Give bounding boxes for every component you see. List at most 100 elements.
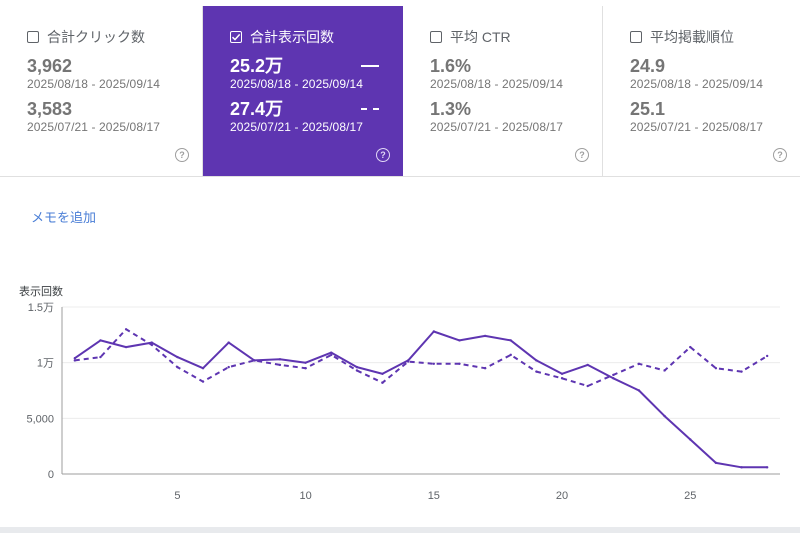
data-point-current — [637, 389, 641, 392]
data-point-current — [535, 359, 538, 362]
data-point-previous — [227, 365, 230, 369]
metric-range-previous: 2025/07/21 - 2025/08/17 — [230, 120, 364, 134]
data-point-previous — [99, 355, 102, 359]
data-point-previous — [483, 367, 487, 370]
data-point-current — [176, 355, 179, 359]
metric-value-current: 25.2万 — [230, 56, 284, 76]
metric-range-current: 2025/08/18 - 2025/09/14 — [430, 77, 564, 91]
data-point-current — [330, 351, 333, 354]
metric-total-clicks[interactable]: 合計クリック数 3,962 2025/08/18 - 2025/09/14 3,… — [0, 6, 203, 176]
metric-label: 平均掲載順位 — [650, 29, 734, 45]
metric-value-current-row: 25.2万 — [230, 55, 403, 77]
metric-value-previous: 25.1 — [630, 99, 666, 119]
data-point-previous — [689, 345, 692, 349]
metric-label: 合計表示回数 — [250, 29, 334, 45]
data-point-current — [381, 372, 384, 375]
metric-label: 平均 CTR — [450, 29, 511, 45]
checkbox-icon[interactable] — [630, 31, 642, 43]
dashed-line-legend-icon — [361, 108, 379, 110]
checkbox-icon[interactable] — [27, 31, 39, 43]
x-tick-label: 15 — [428, 490, 440, 502]
checkbox-checked-icon[interactable] — [230, 31, 242, 43]
data-point-previous — [612, 373, 615, 377]
y-tick-label: 5,000 — [26, 413, 54, 425]
metric-range-previous: 2025/07/21 - 2025/08/17 — [27, 120, 161, 134]
data-point-current — [73, 357, 77, 360]
x-tick-label: 20 — [556, 490, 568, 502]
data-point-current — [124, 345, 128, 349]
x-tick-label: 10 — [299, 490, 311, 502]
data-point-previous — [663, 369, 666, 372]
metric-label: 合計クリック数 — [47, 29, 145, 45]
data-point-previous — [458, 362, 461, 365]
data-point-previous — [560, 377, 564, 380]
data-point-current — [278, 358, 282, 361]
data-point-previous — [714, 367, 718, 370]
metric-range-current: 2025/08/18 - 2025/09/14 — [27, 77, 161, 91]
metric-range-current: 2025/08/18 - 2025/09/14 — [230, 77, 364, 91]
data-point-current — [99, 339, 102, 342]
metric-total-impressions[interactable]: 合計表示回数 25.2万 2025/08/18 - 2025/09/14 27.… — [203, 6, 403, 176]
data-point-previous — [381, 381, 384, 384]
metric-header: 合計クリック数 — [27, 28, 202, 46]
data-point-previous — [330, 353, 333, 357]
data-point-previous — [253, 359, 256, 362]
data-point-previous — [509, 353, 512, 357]
data-point-current — [201, 367, 205, 370]
metric-value-current: 24.9 — [630, 56, 666, 76]
data-point-previous — [406, 360, 410, 363]
data-point-current — [586, 363, 589, 367]
metric-range-previous: 2025/07/21 - 2025/08/17 — [630, 120, 764, 134]
data-point-current — [663, 414, 666, 418]
x-tick-label: 5 — [174, 490, 180, 502]
data-point-previous — [150, 343, 153, 347]
data-point-previous — [176, 365, 179, 369]
data-point-current — [740, 466, 743, 469]
series-line-current-period — [74, 330, 768, 469]
help-icon[interactable]: ? — [376, 148, 390, 162]
metric-value-previous: 1.3% — [430, 99, 472, 119]
add-memo-link[interactable]: メモを追加 — [31, 207, 96, 226]
metric-header: 平均 CTR — [430, 28, 602, 46]
metric-header: 合計表示回数 — [230, 28, 403, 46]
help-icon[interactable]: ? — [575, 148, 589, 162]
data-point-current — [612, 377, 615, 380]
data-point-previous — [73, 359, 77, 362]
data-point-previous — [586, 384, 589, 388]
data-point-current — [689, 438, 692, 441]
metric-value-previous: 27.4万 — [230, 99, 284, 119]
data-point-current — [458, 339, 461, 342]
data-point-previous — [355, 369, 359, 372]
help-icon[interactable]: ? — [773, 148, 787, 162]
y-tick-label: 1.5万 — [28, 302, 54, 314]
data-point-current — [304, 361, 307, 364]
checkbox-icon[interactable] — [430, 31, 442, 43]
help-icon[interactable]: ? — [175, 148, 189, 162]
data-point-previous — [304, 367, 307, 370]
y-tick-label: 1万 — [37, 358, 54, 370]
metric-range-previous: 2025/07/21 - 2025/08/17 — [430, 120, 564, 134]
data-point-previous — [201, 380, 205, 383]
impressions-line-chart: 1.5万 1万 5,000 0 5 10 15 20 25 — [26, 302, 780, 502]
data-point-current — [432, 330, 436, 333]
metric-value-previous-row: 27.4万 — [230, 98, 403, 120]
metric-average-position[interactable]: 平均掲載順位 24.9 2025/08/18 - 2025/09/14 25.1… — [603, 6, 800, 176]
data-point-previous — [637, 362, 641, 365]
metric-value-current: 1.6% — [430, 56, 472, 76]
data-point-current — [227, 341, 230, 344]
metric-tabs: 合計クリック数 3,962 2025/08/18 - 2025/09/14 3,… — [0, 6, 800, 177]
data-point-current — [714, 461, 718, 465]
data-point-current — [765, 466, 769, 469]
metric-range-current: 2025/08/18 - 2025/09/14 — [630, 77, 764, 91]
data-point-previous — [278, 363, 282, 367]
data-point-previous — [124, 328, 128, 331]
data-point-previous — [432, 362, 436, 365]
metric-value-previous: 3,583 — [27, 99, 73, 119]
data-point-current — [509, 339, 512, 342]
performance-card: 合計クリック数 3,962 2025/08/18 - 2025/09/14 3,… — [0, 0, 800, 527]
data-point-previous — [740, 370, 743, 373]
data-point-current — [560, 372, 564, 375]
solid-line-legend-icon — [361, 65, 379, 67]
x-tick-label: 25 — [684, 490, 696, 502]
metric-average-ctr[interactable]: 平均 CTR 1.6% 2025/08/18 - 2025/09/14 1.3%… — [403, 6, 603, 176]
